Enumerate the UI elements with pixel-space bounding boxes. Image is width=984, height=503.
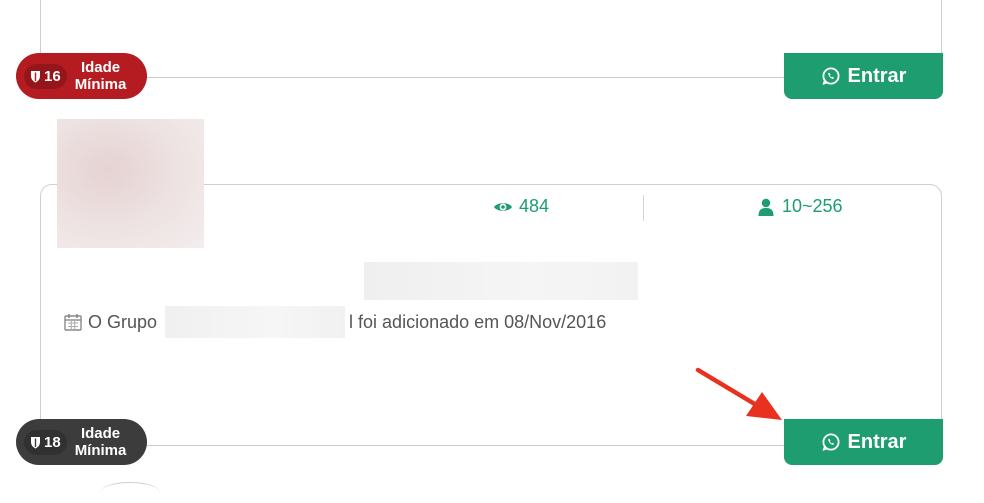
stats-divider — [643, 195, 644, 221]
shield-icon — [31, 436, 40, 448]
age-label: Idade Mínima — [75, 59, 127, 93]
enter-button[interactable]: Entrar — [784, 419, 943, 465]
group-thumbnail[interactable] — [57, 119, 204, 248]
views-stat: 484 — [493, 196, 549, 217]
whatsapp-icon — [822, 67, 840, 85]
members-range: 10~256 — [782, 196, 843, 216]
annotation-arrow — [695, 367, 782, 420]
eye-icon — [494, 202, 512, 211]
age-number: 16 — [24, 63, 67, 89]
added-suffix: l foi adicionado em 08/Nov/2016 — [349, 311, 607, 332]
views-count: 484 — [519, 196, 550, 216]
age-badge: 18 Idade Mínima — [16, 419, 147, 465]
enter-button-label: Entrar — [847, 430, 907, 453]
calendar-icon — [64, 314, 82, 331]
age-label-line2: Mínima — [74, 442, 127, 459]
age-label-line2: Mínima — [74, 76, 127, 93]
group-name-redacted — [165, 306, 346, 338]
age-label-line1: Idade — [80, 425, 121, 442]
age-number-text: 18 — [44, 433, 61, 451]
whatsapp-icon — [822, 433, 840, 451]
shield-icon — [31, 70, 40, 82]
members-stat: 10~256 — [756, 196, 843, 217]
added-prefix: O Grupo — [88, 311, 158, 332]
group-card-next — [100, 482, 160, 503]
enter-button[interactable]: Entrar — [784, 53, 943, 99]
age-badge: 16 Idade Mínima — [16, 53, 147, 99]
user-icon — [758, 198, 774, 216]
group-title-redacted — [364, 262, 638, 300]
added-date-line: O Grupo l foi adicionado em 08/Nov/2016 — [64, 306, 606, 338]
age-label-line1: Idade — [80, 59, 121, 76]
age-label: Idade Mínima — [75, 425, 127, 459]
enter-button-label: Entrar — [847, 64, 907, 87]
age-number-text: 16 — [44, 67, 61, 85]
age-number: 18 — [24, 429, 67, 455]
